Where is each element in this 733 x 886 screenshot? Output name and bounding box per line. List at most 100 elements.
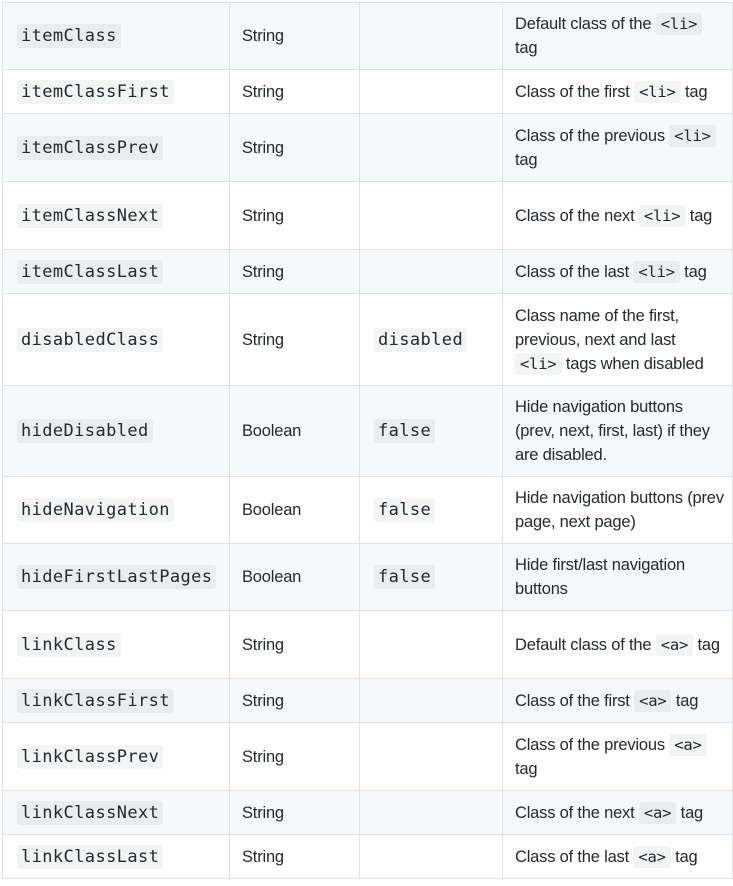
prop-name: itemClass	[17, 24, 121, 48]
prop-name: linkClass	[17, 632, 121, 657]
html-tag-code: <li>	[638, 204, 686, 227]
prop-name: hideNavigation	[17, 498, 174, 522]
prop-description-cell: Class of the last <a> tag	[502, 834, 733, 879]
prop-name: itemClassPrev	[17, 135, 164, 160]
prop-type: String	[242, 691, 284, 710]
prop-default-cell: disabled	[359, 293, 503, 386]
prop-name: disabledClass	[17, 327, 164, 352]
prop-description-cell: Default class of the <a> tag	[502, 610, 733, 679]
props-table-body: itemClass String Default class of the <li>…	[2, 2, 733, 879]
prop-type: String	[242, 206, 284, 225]
prop-description-cell: Hide navigation buttons (prev, next, fir…	[502, 385, 733, 477]
table-row: hideFirstLastPages Boolean false Hide first…	[2, 543, 733, 611]
prop-default-cell	[359, 2, 503, 70]
description-text: Default class of the	[515, 635, 656, 654]
table-row: disabledClass String disabled Class name of…	[2, 293, 733, 386]
prop-type: String	[242, 330, 284, 349]
prop-name-cell: itemClassPrev	[2, 113, 230, 182]
prop-default-cell: false	[359, 476, 503, 544]
prop-default-cell	[359, 610, 503, 679]
prop-default-cell	[359, 722, 503, 791]
prop-name: hideFirstLastPages	[17, 565, 217, 589]
prop-default-cell: false	[359, 543, 503, 611]
description-text: Hide navigation buttons (prev, next, fir…	[515, 398, 710, 464]
description-text: tag	[515, 39, 538, 57]
prop-name-cell: disabledClass	[2, 293, 230, 386]
prop-type-cell: String	[229, 834, 360, 879]
prop-type-cell: String	[229, 293, 360, 386]
prop-description-cell: Class of the previous <li> tag	[502, 113, 733, 182]
description-text: Class of the first	[515, 691, 635, 710]
description-text: Class of the last	[515, 847, 634, 866]
prop-default-cell	[359, 249, 503, 294]
prop-default: false	[374, 565, 436, 589]
prop-default-cell	[359, 69, 503, 114]
prop-default-cell	[359, 834, 503, 879]
prop-type: String	[242, 803, 284, 822]
prop-name-cell: hideNavigation	[2, 476, 230, 544]
description-text: tag	[679, 262, 707, 281]
description-text: tag	[676, 803, 704, 822]
prop-name-cell: linkClass	[2, 610, 230, 679]
description-text: Hide first/last navigation buttons	[515, 556, 685, 598]
prop-type-cell: String	[229, 181, 360, 250]
html-tag-code: <li>	[633, 260, 680, 283]
prop-name: itemClassNext	[17, 203, 164, 228]
prop-name-cell: hideDisabled	[2, 385, 230, 477]
prop-name-cell: linkClassFirst	[2, 678, 230, 723]
prop-type: String	[242, 138, 284, 157]
html-tag-code: <a>	[669, 733, 707, 756]
prop-name: linkClassFirst	[17, 688, 174, 713]
html-tag-code: <li>	[669, 124, 716, 147]
prop-default-cell	[359, 113, 503, 182]
html-tag-code: <a>	[634, 689, 672, 712]
prop-type-cell: String	[229, 610, 360, 679]
table-row: itemClassPrev String Class of the previous…	[2, 113, 733, 182]
prop-description-cell: Class of the first <a> tag	[502, 678, 733, 723]
prop-name-cell: itemClass	[2, 2, 230, 70]
description-text: tag	[685, 206, 713, 225]
description-text: tag	[671, 691, 699, 710]
prop-description-cell: Class of the previous <a> tag	[502, 722, 733, 791]
prop-default: false	[374, 498, 436, 522]
prop-name-cell: linkClassPrev	[2, 722, 230, 791]
html-tag-code: <li>	[634, 80, 681, 103]
prop-default: false	[374, 419, 436, 443]
table-row: itemClass String Default class of the <li>…	[2, 2, 733, 70]
prop-name-cell: linkClassNext	[2, 790, 230, 835]
prop-name: linkClassPrev	[17, 744, 164, 769]
prop-name: itemClassLast	[17, 259, 164, 284]
description-text: Class of the previous	[515, 126, 670, 145]
table-row: hideNavigation Boolean false Hide navigatio…	[2, 476, 733, 544]
prop-name-cell: linkClassLast	[2, 834, 230, 879]
prop-description-cell: Class of the next <a> tag	[502, 790, 733, 835]
prop-name: itemClassFirst	[17, 79, 174, 104]
description-text: Class of the first	[515, 82, 635, 101]
prop-default-cell	[359, 678, 503, 723]
prop-type-cell: String	[229, 113, 360, 182]
prop-default-cell	[359, 790, 503, 835]
prop-name-cell: hideFirstLastPages	[2, 543, 230, 611]
table-row: linkClassNext String Class of the next <a>…	[2, 790, 733, 835]
description-text: Class of the previous	[515, 735, 670, 754]
description-text: Class of the next	[515, 803, 639, 822]
prop-default-cell	[359, 181, 503, 250]
description-text: tag	[670, 847, 698, 866]
prop-type: Boolean	[242, 568, 302, 586]
description-text: Hide navigation buttons (prev page, next…	[515, 489, 724, 531]
prop-type: Boolean	[242, 501, 302, 519]
table-row: itemClassFirst String Class of the first <…	[2, 69, 733, 114]
prop-default: disabled	[374, 327, 468, 352]
html-tag-code: <a>	[633, 845, 671, 868]
description-text: tag	[693, 635, 721, 654]
html-tag-code: <li>	[515, 352, 562, 375]
prop-type: String	[242, 747, 284, 766]
description-text: Class of the last	[515, 262, 634, 281]
description-text: tag	[515, 759, 538, 778]
prop-type-cell: String	[229, 2, 360, 70]
prop-description-cell: Class name of the first, previous, next …	[502, 293, 733, 386]
description-text: Class of the next	[515, 206, 639, 225]
description-text: Class name of the first, previous, next …	[515, 306, 679, 349]
table-row: linkClassFirst String Class of the first <…	[2, 678, 733, 723]
description-text: tag	[680, 82, 708, 101]
